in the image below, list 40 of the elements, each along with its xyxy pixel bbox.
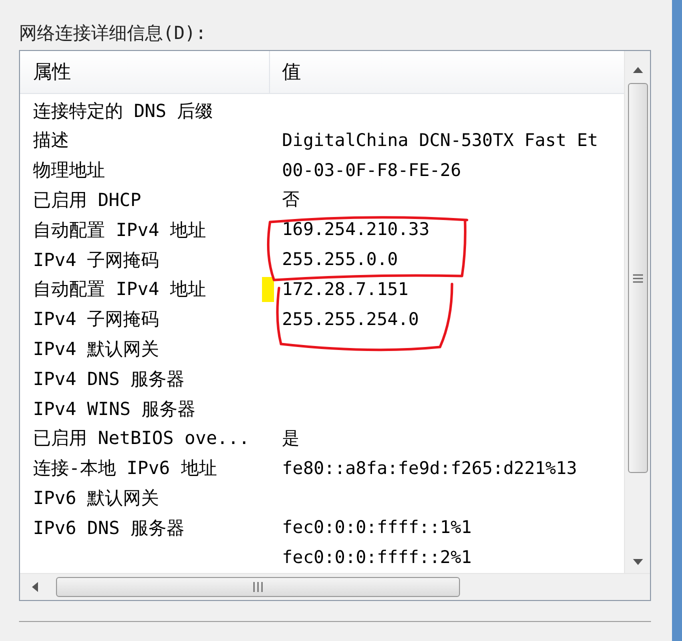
property-cell: 物理地址 [33, 160, 105, 182]
scroll-down-icon[interactable] [632, 559, 642, 565]
vertical-scrollbar[interactable] [624, 51, 650, 573]
value-cell: 是 [282, 428, 300, 449]
value-cell: fe80::a8fa:fe9d:f265:d221%13 [282, 458, 578, 479]
column-header[interactable]: 属性 [20, 51, 270, 94]
property-cell: 连接-本地 IPv6 地址 [33, 458, 217, 480]
property-cell: IPv4 WINS 服务器 [33, 398, 196, 420]
value-cell: fec0:0:0:ffff::1%1 [282, 518, 472, 538]
property-cell: 已启用 DHCP [33, 190, 142, 212]
property-cell: IPv4 子网掩码 [33, 309, 160, 330]
value-cell: 否 [282, 190, 300, 210]
property-cell: IPv6 默认网关 [33, 488, 160, 509]
property-cell: IPv4 DNS 服务器 [33, 368, 185, 390]
horizontal-scrollbar[interactable] [20, 573, 650, 600]
value-cell: 169.254.210.33 [282, 220, 430, 240]
property-cell: 自动配置 IPv4 地址 [33, 220, 206, 241]
scroll-left-icon[interactable] [32, 582, 38, 592]
grip-icon [253, 582, 263, 592]
column-header[interactable]: 值 [270, 51, 624, 94]
value-cell: DigitalChina DCN-530TX Fast Et [282, 130, 598, 151]
value-cell: 172.28.7.151 [282, 280, 408, 300]
property-cell: 自动配置 IPv4 地址 [33, 279, 206, 300]
value-cell: 255.255.254.0 [282, 310, 419, 330]
property-cell: IPv4 子网掩码 [33, 250, 160, 271]
property-cell: 已启用 NetBIOS ove... [33, 428, 250, 450]
value-cell: fec0:0:0:ffff::2%1 [282, 548, 472, 568]
property-cell: 连接特定的 DNS 后缀 [33, 100, 214, 122]
property-cell: IPv6 DNS 服务器 [33, 518, 185, 539]
highlight-mark [262, 277, 274, 302]
scroll-thumb[interactable] [628, 83, 648, 473]
grip-icon [632, 274, 642, 282]
property-cell: IPv4 默认网关 [33, 339, 160, 360]
details-list[interactable] [19, 50, 651, 601]
group-label: 网络连接详细信息(D): [19, 22, 208, 46]
value-cell: 255.255.0.0 [282, 250, 398, 270]
property-cell: 描述 [33, 130, 69, 152]
value-cell: 00-03-0F-F8-FE-26 [282, 160, 462, 181]
scroll-thumb[interactable] [56, 577, 460, 597]
scroll-up-icon[interactable] [632, 67, 642, 73]
